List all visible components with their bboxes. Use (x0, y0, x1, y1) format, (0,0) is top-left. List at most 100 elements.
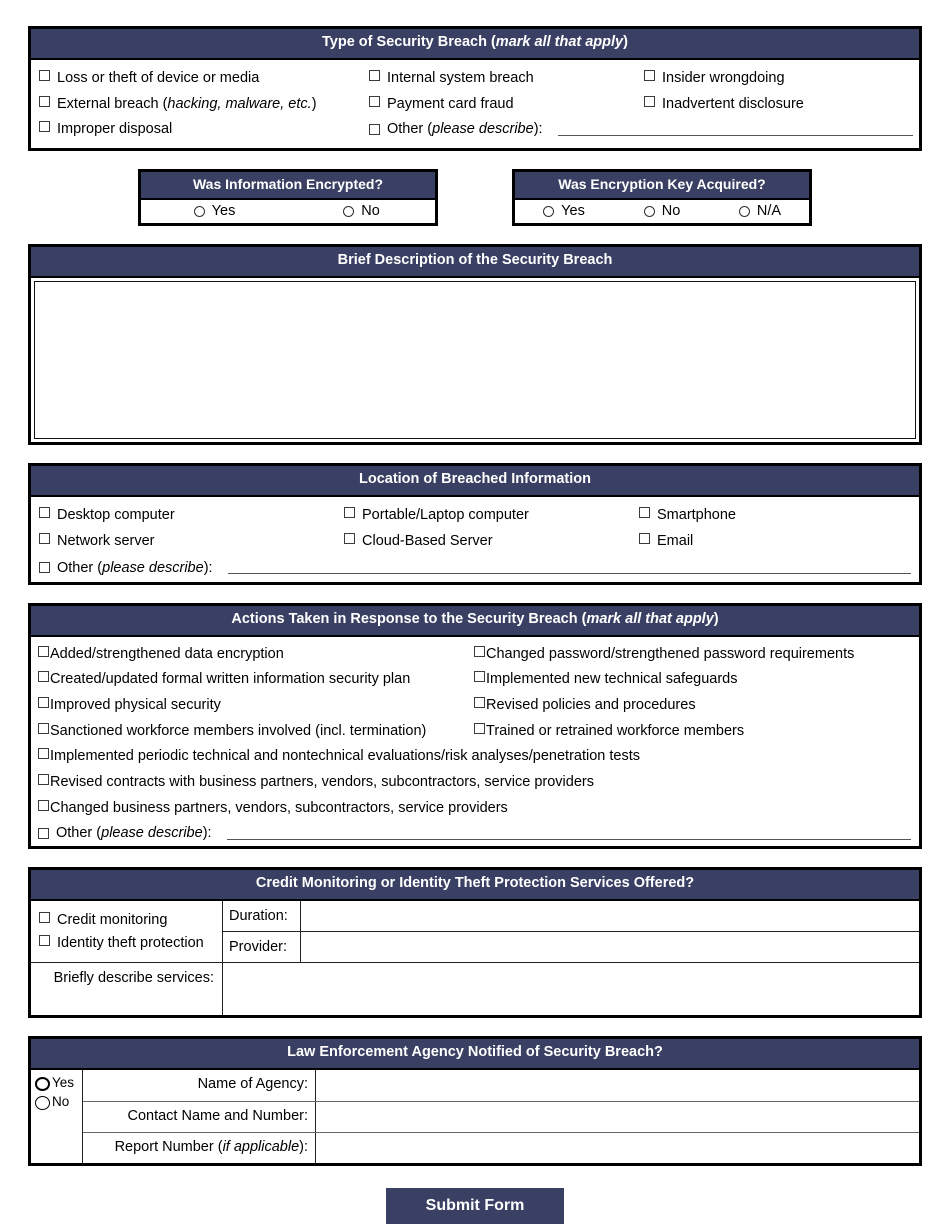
checkbox-icon[interactable] (39, 532, 50, 544)
checkbox-icon[interactable] (344, 532, 355, 544)
checkbox-row-credit-monitoring[interactable]: Credit monitoring (39, 909, 216, 932)
checkbox-icon[interactable] (38, 696, 49, 708)
checkbox-row-external-breach[interactable]: External breach (hacking, malware, etc.) (37, 92, 367, 118)
brief-description-textarea[interactable] (34, 281, 916, 440)
credit-monitoring-body: Credit monitoring Identity theft protect… (31, 901, 919, 1016)
radio-icon[interactable] (738, 205, 750, 217)
checkbox-row-sanctioned-workforce-members[interactable]: Sanctioned workforce members involved (i… (37, 719, 473, 745)
radio-icon[interactable] (35, 1076, 50, 1091)
radio-icon[interactable] (343, 205, 355, 217)
checkbox-row-desktop-computer[interactable]: Desktop computer (37, 503, 342, 529)
checkbox-row-cloud-based-server[interactable]: Cloud-Based Server (342, 529, 637, 555)
checkbox-row-improved-physical-security[interactable]: Improved physical security (37, 693, 473, 719)
checkbox-row-loss-or-theft[interactable]: Loss or theft of device or media (37, 66, 367, 92)
radio-row-law-notified-yes[interactable]: Yes (35, 1074, 82, 1093)
checkbox-icon[interactable] (369, 95, 380, 107)
checkbox-row-created-security-plan[interactable]: Created/updated formal written informati… (37, 667, 473, 693)
option-label: Revised policies and procedures (486, 696, 696, 713)
checkbox-icon[interactable] (474, 671, 485, 683)
checkbox-icon[interactable] (38, 827, 49, 839)
checkbox-row-actions-other[interactable]: Other (please describe): (31, 821, 919, 846)
checkbox-icon[interactable] (39, 507, 50, 519)
checkbox-icon[interactable] (39, 69, 50, 81)
checkbox-icon[interactable] (474, 722, 485, 734)
checkbox-row-network-server[interactable]: Network server (37, 529, 342, 555)
checkbox-icon[interactable] (369, 69, 380, 81)
radio-row-key-acquired-no[interactable]: No (613, 203, 711, 219)
location-options-grid: Desktop computer Portable/Laptop compute… (31, 497, 919, 556)
radio-row-law-notified-no[interactable]: No (35, 1093, 82, 1112)
checkbox-row-trained-workforce-members[interactable]: Trained or retrained workforce members (473, 719, 913, 745)
checkbox-icon[interactable] (474, 696, 485, 708)
option-label-emphasis: please describe (432, 121, 534, 138)
radio-row-key-acquired-yes[interactable]: Yes (515, 203, 613, 219)
law-report-number-label-end: ): (299, 1139, 308, 1156)
actions-other-input[interactable] (226, 827, 911, 840)
radio-icon[interactable] (35, 1095, 50, 1110)
breach-type-other-input[interactable] (557, 123, 913, 137)
checkbox-row-implemented-technical-safeguards[interactable]: Implemented new technical safeguards (473, 667, 913, 693)
checkbox-row-changed-password-requirements[interactable]: Changed password/strengthened password r… (473, 642, 913, 668)
checkbox-row-insider-wrongdoing[interactable]: Insider wrongdoing (642, 66, 913, 92)
section-actions-taken: Actions Taken in Response to the Securit… (28, 602, 922, 850)
option-label-main: External breach ( (57, 95, 168, 112)
checkbox-icon[interactable] (39, 912, 50, 924)
checkbox-icon[interactable] (644, 95, 655, 107)
radio-icon[interactable] (543, 205, 555, 217)
checkbox-row-revised-policies-and-procedures[interactable]: Revised policies and procedures (473, 693, 913, 719)
header-text-end: ) (623, 34, 628, 50)
checkbox-row-portable-laptop-computer[interactable]: Portable/Laptop computer (342, 503, 637, 529)
radio-row-key-acquired-na[interactable]: N/A (711, 203, 809, 219)
checkbox-row-identity-theft-protection[interactable]: Identity theft protection (39, 932, 216, 955)
radio-row-info-encrypted-yes[interactable]: Yes (141, 203, 288, 219)
checkbox-row-revised-contracts[interactable]: Revised contracts with business partners… (37, 770, 913, 796)
credit-duration-input[interactable] (301, 901, 919, 932)
checkbox-icon[interactable] (39, 562, 50, 574)
credit-provider-input[interactable] (301, 932, 919, 963)
was-encryption-key-acquired-header: Was Encryption Key Acquired? (515, 171, 809, 201)
checkbox-row-inadvertent-disclosure[interactable]: Inadvertent disclosure (642, 92, 913, 118)
checkbox-icon[interactable] (38, 748, 49, 760)
checkbox-icon[interactable] (644, 69, 655, 81)
radio-row-info-encrypted-no[interactable]: No (288, 203, 435, 219)
law-contact-name-number-input[interactable] (316, 1102, 919, 1133)
law-contact-name-number-label: Contact Name and Number: (83, 1102, 316, 1133)
checkbox-row-breach-type-other[interactable]: Other (please describe): (367, 117, 913, 143)
checkbox-icon[interactable] (38, 799, 49, 811)
checkbox-row-payment-card-fraud[interactable]: Payment card fraud (367, 92, 642, 118)
option-label: Improper disposal (57, 121, 173, 138)
checkbox-icon[interactable] (39, 121, 50, 133)
checkbox-row-changed-business-partners[interactable]: Changed business partners, vendors, subc… (37, 796, 913, 822)
checkbox-icon[interactable] (38, 645, 49, 657)
checkbox-icon[interactable] (39, 934, 50, 946)
credit-describe-row: Briefly describe services: (31, 963, 919, 1016)
credit-describe-input[interactable] (223, 963, 919, 1016)
radio-icon[interactable] (643, 205, 655, 217)
checkbox-icon[interactable] (474, 645, 485, 657)
checkbox-row-added-data-encryption[interactable]: Added/strengthened data encryption (37, 642, 473, 668)
header-text-main: Type of Security Breach ( (322, 34, 496, 50)
checkbox-row-implemented-periodic-evaluations[interactable]: Implemented periodic technical and nonte… (37, 744, 913, 770)
checkbox-icon[interactable] (38, 722, 49, 734)
checkbox-icon[interactable] (369, 124, 380, 136)
location-other-input[interactable] (227, 561, 911, 575)
law-name-of-agency-input[interactable] (316, 1070, 919, 1102)
checkbox-icon[interactable] (38, 773, 49, 785)
checkbox-row-email[interactable]: Email (637, 529, 913, 555)
checkbox-icon[interactable] (639, 507, 650, 519)
law-report-number-input[interactable] (316, 1133, 919, 1164)
submit-form-button[interactable]: Submit Form (385, 1188, 565, 1225)
section-law-enforcement: Law Enforcement Agency Notified of Secur… (28, 1036, 922, 1167)
radio-icon[interactable] (193, 205, 205, 217)
checkbox-row-smartphone[interactable]: Smartphone (637, 503, 913, 529)
checkbox-icon[interactable] (39, 95, 50, 107)
checkbox-row-internal-system-breach[interactable]: Internal system breach (367, 66, 642, 92)
checkbox-icon[interactable] (344, 507, 355, 519)
header-text-emphasis: mark all that apply (586, 610, 714, 627)
law-enforcement-fields: Name of Agency: Contact Name and Number:… (83, 1070, 919, 1164)
checkbox-row-location-other[interactable]: Other (please describe): (31, 557, 919, 582)
header-text-end: ) (713, 610, 719, 627)
checkbox-icon[interactable] (38, 671, 49, 683)
checkbox-row-improper-disposal[interactable]: Improper disposal (37, 117, 367, 143)
checkbox-icon[interactable] (639, 532, 650, 544)
